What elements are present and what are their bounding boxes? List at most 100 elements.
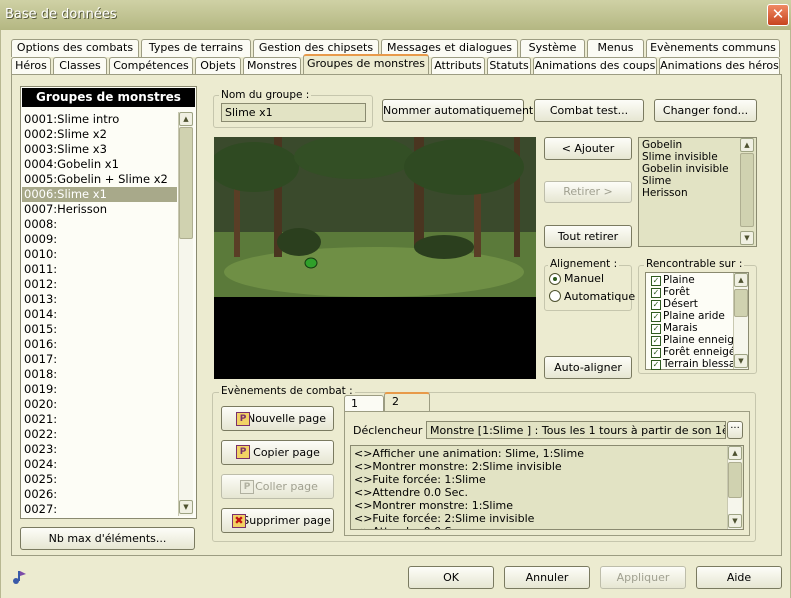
group-list-item[interactable]: 0002:Slime x2 xyxy=(22,127,177,142)
group-list-item[interactable]: 0001:Slime intro xyxy=(22,112,177,127)
event-command-line[interactable]: <>Montrer monstre: 1:Slime xyxy=(354,499,513,512)
tab-statuts[interactable]: Statuts xyxy=(487,57,531,75)
ok-button[interactable]: OK xyxy=(408,566,494,589)
radio-automatique[interactable] xyxy=(549,290,561,302)
tab-classes[interactable]: Classes xyxy=(53,57,107,75)
event-command-line[interactable]: <>Attendre 0.0 Sec. xyxy=(354,486,468,499)
monster-pool-item[interactable]: Gobelin invisible xyxy=(642,163,729,175)
group-list-item[interactable]: 0015: xyxy=(22,322,177,337)
group-list-item[interactable]: 0010: xyxy=(22,247,177,262)
group-list-item[interactable]: 0027: xyxy=(22,502,177,517)
help-button[interactable]: Aide xyxy=(696,566,782,589)
group-list-scrollbar[interactable]: ▲ ▼ xyxy=(178,112,193,516)
tab-options-combats[interactable]: Options des combats xyxy=(11,39,139,57)
terrain-scrollbar[interactable]: ▲ ▼ xyxy=(733,273,748,369)
event-command-line[interactable]: <>Afficher une animation: Slime, 1:Slime xyxy=(354,447,584,460)
new-page-button[interactable]: P Nouvelle page xyxy=(221,406,334,431)
auto-align-button[interactable]: Auto-aligner xyxy=(544,356,632,379)
scroll-down-icon[interactable]: ▼ xyxy=(728,514,742,528)
battle-preview[interactable] xyxy=(214,137,536,379)
tab-systeme[interactable]: Système xyxy=(520,39,585,57)
tab-competences[interactable]: Compétences xyxy=(109,57,193,75)
event-command-line[interactable]: <>Attendre 0.0 Sec. xyxy=(354,525,468,529)
auto-name-button[interactable]: Nommer automatiquement xyxy=(382,99,533,122)
scroll-down-icon[interactable]: ▼ xyxy=(179,500,193,514)
tab-animations-heros[interactable]: Animations des héros xyxy=(659,57,780,75)
monster-pool-item[interactable]: Gobelin xyxy=(642,139,682,151)
tab-groupes-monstres[interactable]: Groupes de monstres xyxy=(303,54,429,74)
group-list-item[interactable]: 0006:Slime x1 xyxy=(22,187,177,202)
delete-page-button[interactable]: ✖ Supprimer page xyxy=(221,508,334,533)
group-list-item[interactable]: 0003:Slime x3 xyxy=(22,142,177,157)
tab-attributs[interactable]: Attributs xyxy=(431,57,485,75)
group-list-item[interactable]: 0004:Gobelin x1 xyxy=(22,157,177,172)
scroll-up-icon[interactable]: ▲ xyxy=(179,112,193,126)
event-command-line[interactable]: <>Fuite forcée: 2:Slime invisible xyxy=(354,512,534,525)
group-list-item[interactable]: 0011: xyxy=(22,262,177,277)
group-list-item[interactable]: 0005:Gobelin + Slime x2 xyxy=(22,172,177,187)
group-list-item[interactable]: 0020: xyxy=(22,397,177,412)
monster-pool-item[interactable]: Slime invisible xyxy=(642,151,718,163)
scroll-down-icon[interactable]: ▼ xyxy=(740,231,754,245)
remove-all-button[interactable]: Tout retirer xyxy=(544,225,632,248)
group-list-item[interactable]: 0016: xyxy=(22,337,177,352)
group-list-item[interactable]: 0014: xyxy=(22,307,177,322)
scroll-down-icon[interactable]: ▼ xyxy=(734,354,748,368)
scroll-thumb[interactable] xyxy=(179,127,193,239)
tab-menus[interactable]: Menus xyxy=(587,39,644,57)
add-monster-button[interactable]: < Ajouter xyxy=(544,137,632,160)
event-command-line[interactable]: <>Montrer monstre: 2:Slime invisible xyxy=(354,460,562,473)
page-tab-2[interactable]: 2 xyxy=(384,392,430,412)
group-list-item[interactable]: 0013: xyxy=(22,292,177,307)
monster-pool-item[interactable]: Herisson xyxy=(642,187,688,199)
tab-types-terrains[interactable]: Types de terrains xyxy=(141,39,251,57)
remove-monster-button[interactable]: Retirer > xyxy=(544,181,632,203)
group-list-item[interactable]: 0009: xyxy=(22,232,177,247)
group-list-item[interactable]: 0025: xyxy=(22,472,177,487)
scroll-thumb[interactable] xyxy=(728,462,742,498)
group-list-item[interactable]: 0018: xyxy=(22,367,177,382)
tab-objets[interactable]: Objets xyxy=(195,57,241,75)
group-list-item[interactable]: 0007:Herisson xyxy=(22,202,177,217)
change-background-button[interactable]: Changer fond... xyxy=(654,99,757,122)
terrain-checkbox[interactable]: ✓ xyxy=(651,360,661,370)
close-button[interactable]: ✕ xyxy=(767,4,789,26)
scroll-up-icon[interactable]: ▲ xyxy=(740,138,754,152)
group-list-item[interactable]: 0008: xyxy=(22,217,177,232)
tab-animations-coups[interactable]: Animations des coups xyxy=(533,57,657,75)
terrain-checkbox[interactable]: ✓ xyxy=(651,312,661,322)
monster-pool-scrollbar[interactable]: ▲ ▼ xyxy=(740,138,755,246)
event-command-line[interactable]: <>Fuite forcée: 1:Slime xyxy=(354,473,486,486)
page-tab-1[interactable]: 1 xyxy=(344,395,384,412)
paste-page-button[interactable]: P Coller page xyxy=(221,474,334,499)
tab-heros[interactable]: Héros xyxy=(11,57,51,75)
tab-monstres[interactable]: Monstres xyxy=(243,57,301,75)
trigger-field[interactable]: Monstre [1:Slime ] : Tous les 1 tours à … xyxy=(426,421,726,439)
scroll-up-icon[interactable]: ▲ xyxy=(734,273,748,287)
group-list-item[interactable]: 0026: xyxy=(22,487,177,502)
scroll-thumb[interactable] xyxy=(734,289,748,317)
copy-page-button[interactable]: P Copier page xyxy=(221,440,334,465)
max-elements-button[interactable]: Nb max d'éléments... xyxy=(20,527,195,550)
terrain-checkbox[interactable]: ✓ xyxy=(651,348,661,358)
terrain-checkbox[interactable]: ✓ xyxy=(651,300,661,310)
terrain-checkbox[interactable]: ✓ xyxy=(651,288,661,298)
group-list-item[interactable]: 0024: xyxy=(22,457,177,472)
slime-sprite[interactable] xyxy=(304,257,318,269)
trigger-edit-button[interactable]: ··· xyxy=(727,421,743,439)
group-list-item[interactable]: 0019: xyxy=(22,382,177,397)
terrain-checkbox[interactable]: ✓ xyxy=(651,276,661,286)
command-list[interactable]: <>Afficher une animation: Slime, 1:Slime… xyxy=(350,445,744,530)
scroll-thumb[interactable] xyxy=(740,153,754,227)
scroll-up-icon[interactable]: ▲ xyxy=(728,446,742,460)
group-list-item[interactable]: 0023: xyxy=(22,442,177,457)
tab-evenements-communs[interactable]: Evènements communs xyxy=(646,39,780,57)
group-list-item[interactable]: 0017: xyxy=(22,352,177,367)
group-list-item[interactable]: 0012: xyxy=(22,277,177,292)
cancel-button[interactable]: Annuler xyxy=(504,566,590,589)
test-battle-button[interactable]: Combat test... xyxy=(534,99,644,122)
terrain-checkbox[interactable]: ✓ xyxy=(651,324,661,334)
group-name-input[interactable]: Slime x1 xyxy=(221,103,366,122)
terrain-checkbox[interactable]: ✓ xyxy=(651,336,661,346)
command-scrollbar[interactable]: ▲ ▼ xyxy=(727,446,742,529)
